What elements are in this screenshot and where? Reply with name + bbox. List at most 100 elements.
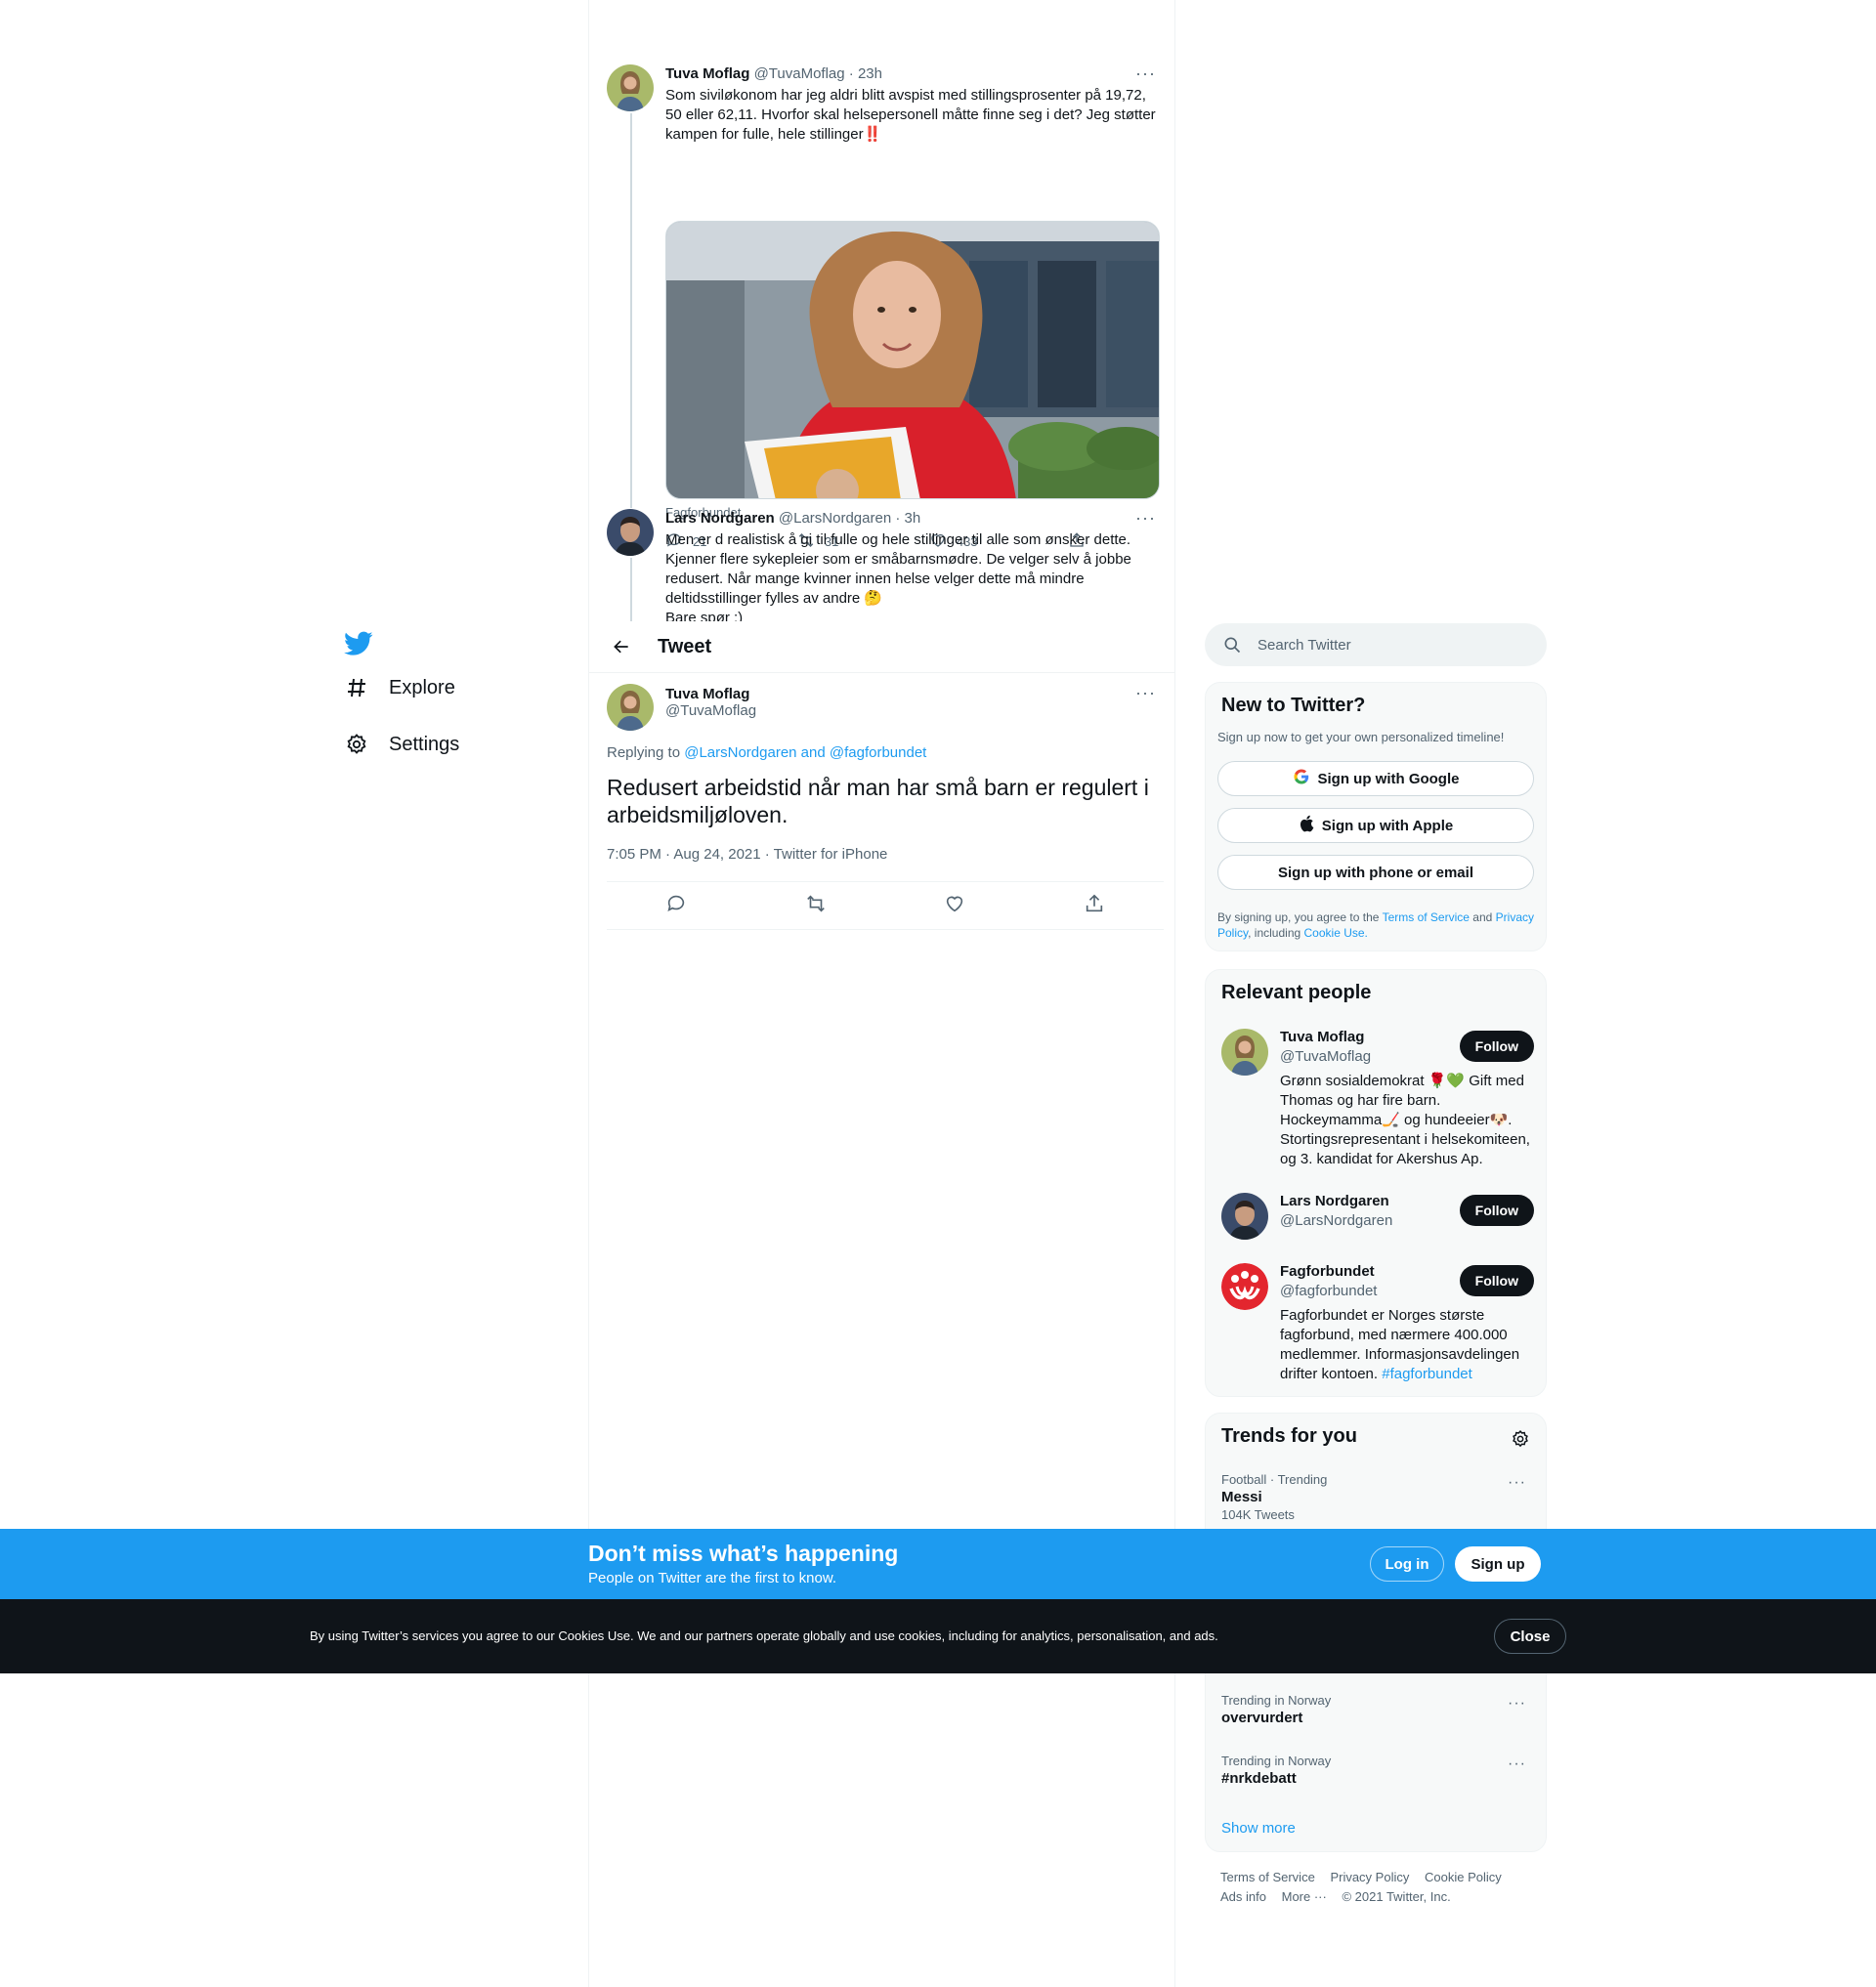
tweet-text: Som siviløkonom har jeg aldri blitt avsp… [665,86,1164,145]
avatar[interactable] [607,509,654,556]
button-label: Sign up with phone or email [1277,864,1473,881]
follow-button[interactable]: Follow [1459,1195,1534,1226]
gear-icon [344,732,369,757]
card-title: Relevant people [1221,982,1372,1003]
author-name[interactable]: Tuva Moflag [665,686,756,702]
nav-item-label: Explore [389,676,455,698]
cookie-use-link[interactable]: Cookie Use. [1304,926,1368,940]
page-title: Tweet [658,635,712,657]
trend-name: Messi [1221,1489,1262,1505]
thread-line [630,113,632,508]
footer-ads-link[interactable]: Ads info [1220,1889,1266,1904]
signup-apple-button[interactable]: Sign up with Apple [1217,808,1534,843]
twitter-logo-icon[interactable] [344,631,373,656]
reply-icon[interactable] [665,893,687,919]
signup-terms: By signing up, you agree to the Terms of… [1217,909,1534,941]
more-options-icon[interactable]: ··· [1135,64,1156,82]
person-bio: Fagforbundet er Norges største fagforbun… [1280,1306,1536,1384]
double-exclamation-emoji: ‼️ [863,126,882,143]
replying-to-links[interactable]: @LarsNordgaren and @fagforbundet [684,744,926,761]
nav-item-explore[interactable]: Explore [344,664,455,711]
more-options-icon[interactable]: ··· [1508,1474,1526,1492]
trend-count: 104K Tweets [1221,1507,1295,1522]
footer-links: Terms of Service Privacy Policy Cookie P… [1220,1868,1533,1907]
author-handle[interactable]: @TuvaMoflag [665,702,756,719]
search-icon [1222,635,1242,655]
share-icon[interactable] [1084,893,1105,919]
person-name[interactable]: Lars Nordgaren [1280,1193,1389,1209]
heart-icon[interactable] [944,893,965,919]
trend-name: #nrkdebatt [1221,1770,1297,1787]
person-handle[interactable]: @fagforbundet [1280,1283,1377,1299]
trend-item[interactable]: Trending in Norway #nrkdebatt ··· [1221,1754,1534,1787]
tweet-header: Lars Nordgaren @LarsNordgaren · 3h [665,509,1164,528]
show-more-link[interactable]: Show more [1221,1820,1296,1837]
avatar[interactable] [1221,1193,1268,1240]
cookie-banner: By using Twitter’s services you agree to… [0,1599,1876,1673]
hashtag-link[interactable]: #fagforbundet [1382,1366,1472,1382]
signup-google-button[interactable]: Sign up with Google [1217,761,1534,796]
person-name[interactable]: Tuva Moflag [1280,1029,1364,1045]
footer-more-link[interactable]: More ··· [1282,1889,1327,1904]
signup-card: New to Twitter? Sign up now to get your … [1205,682,1547,951]
signup-button[interactable]: Sign up [1455,1546,1541,1582]
more-options-icon[interactable]: ··· [1508,1755,1526,1773]
footer-terms-link[interactable]: Terms of Service [1220,1870,1315,1884]
person-bio: Grønn sosialdemokrat 🌹💚 Gift med Thomas … [1280,1073,1530,1167]
more-options-icon[interactable]: ··· [1508,1695,1526,1712]
replying-prefix: Replying to [607,744,681,761]
person-handle[interactable]: @TuvaMoflag [1280,1048,1371,1065]
footer-copyright: © 2021 Twitter, Inc. [1342,1889,1451,1904]
author-name[interactable]: Tuva Moflag [665,65,749,82]
more-options-icon[interactable]: ··· [1135,509,1156,527]
tweet-text: Men er d realistisk å gi til fulle og he… [665,531,1131,607]
avatar[interactable] [607,64,654,111]
person-handle[interactable]: @LarsNordgaren [1280,1212,1392,1229]
tweet-timestamp[interactable]: 7:05 PM · Aug 24, 2021 · Twitter for iPh… [607,846,887,863]
search-input[interactable] [1258,636,1521,654]
nav-item-label: Settings [389,733,460,755]
follow-button[interactable]: Follow [1459,1031,1534,1062]
terms-text: , including [1248,926,1301,940]
tweet-time[interactable]: · 3h [895,510,920,527]
follow-button[interactable]: Follow [1459,1265,1534,1296]
footer-privacy-link[interactable]: Privacy Policy [1330,1870,1409,1884]
nav-item-settings[interactable]: Settings [344,721,459,768]
terms-text: and [1472,910,1493,924]
trend-item[interactable]: Football · Trending Messi 104K Tweets ··… [1221,1472,1534,1522]
tweet-time[interactable]: · 23h [849,65,882,82]
search-box[interactable] [1205,623,1547,666]
fagforbundet-logo[interactable] [1221,1263,1268,1310]
back-arrow-icon[interactable] [609,634,634,659]
apple-icon [1299,815,1314,836]
focus-author[interactable]: Tuva Moflag @TuvaMoflag [665,686,756,719]
avatar[interactable] [1221,1029,1268,1076]
thread-tweet[interactable]: Lars Nordgaren @LarsNordgaren · 3h Men e… [607,509,1164,621]
signup-phone-email-button[interactable]: Sign up with phone or email [1217,855,1534,890]
terms-of-service-link[interactable]: Terms of Service [1383,910,1470,924]
more-options-icon[interactable]: ··· [1135,684,1156,701]
trend-item[interactable]: Trending in Norway overvurdert ··· [1221,1693,1534,1726]
button-label: Sign up with Apple [1321,817,1454,834]
signup-banner: Don’t miss what’s happening People on Tw… [0,1529,1876,1599]
author-name[interactable]: Lars Nordgaren [665,510,775,527]
terms-text: By signing up, you agree to the [1217,910,1380,924]
replying-to: Replying to @LarsNordgaren and @fagforbu… [607,744,926,761]
tweet-content: Tuva Moflag @TuvaMoflag · 23h Som sivilø… [665,64,1164,145]
main-column: Tuva Moflag @TuvaMoflag · 23h Som sivilø… [588,0,1175,1987]
page-header: Tweet [589,621,1174,673]
login-button[interactable]: Log in [1370,1546,1444,1582]
avatar[interactable] [607,684,654,731]
tweet-photo[interactable] [665,221,1160,499]
trend-context: Trending in Norway [1221,1693,1332,1708]
footer-cookie-link[interactable]: Cookie Policy [1425,1870,1502,1884]
banner-subtext: People on Twitter are the first to know. [588,1570,837,1586]
close-button[interactable]: Close [1494,1619,1566,1654]
author-handle[interactable]: @LarsNordgaren [779,510,891,527]
author-handle[interactable]: @TuvaMoflag [754,65,845,82]
trend-context: Trending in Norway [1221,1754,1332,1768]
gear-icon[interactable] [1511,1429,1530,1454]
person-name[interactable]: Fagforbundet [1280,1263,1375,1280]
retweet-icon[interactable] [805,893,827,919]
google-icon [1293,768,1310,789]
